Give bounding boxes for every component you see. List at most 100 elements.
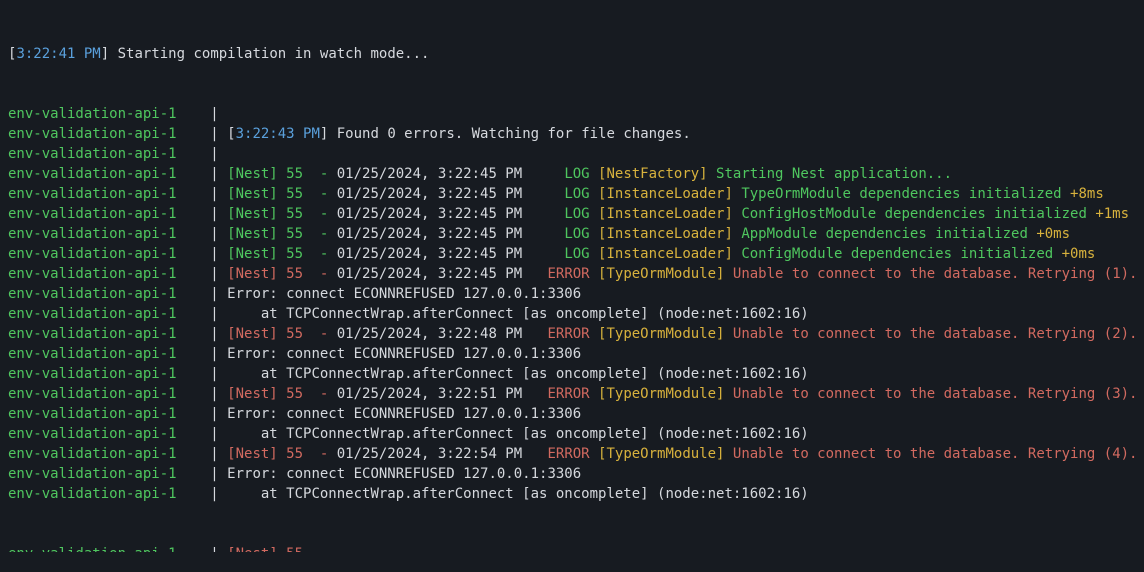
prefix-separator: | [176, 426, 228, 442]
nest-tag: [Nest] 55 - [227, 166, 337, 182]
log-message: Unable to connect to the database. Retry… [724, 326, 1138, 342]
prefix-separator: | [176, 366, 228, 382]
log-context: [TypeOrmModule] [598, 446, 725, 462]
log-message: Unable to connect to the database. Retry… [724, 386, 1138, 402]
log-duration: +0ms [1036, 226, 1071, 242]
log-message: Unable to connect to the database. Retry… [724, 266, 1138, 282]
log-context: [NestFactory] [598, 166, 708, 182]
log-line: env-validation-api-1 | at TCPConnectWrap… [8, 364, 1138, 384]
nest-tag: [Nest] 55 - [227, 386, 337, 402]
log-level: ERROR [522, 266, 599, 282]
log-line: env-validation-api-1 | Error: connect EC… [8, 344, 1138, 364]
prefix-separator: | [176, 446, 228, 462]
log-context: [InstanceLoader] [598, 206, 733, 222]
container-prefix: env-validation-api-1 [8, 346, 177, 362]
log-date: 01/25/2024, 3:22:54 PM [336, 446, 523, 462]
container-prefix: env-validation-api-1 [8, 126, 177, 142]
log-line: env-validation-api-1 | [Nest] 55 - 01/25… [8, 204, 1138, 224]
container-prefix: env-validation-api-1 [8, 166, 177, 182]
log-line: env-validation-api-1 | Error: connect EC… [8, 464, 1138, 484]
log-duration: +8ms [1070, 186, 1104, 202]
log-lines: env-validation-api-1 | env-validation-api… [8, 104, 1138, 504]
log-line: env-validation-api-1 | at TCPConnectWrap… [8, 424, 1138, 444]
log-level: ERROR [522, 326, 599, 342]
container-prefix: env-validation-api-1 [8, 306, 177, 322]
prefix-separator: | [176, 246, 228, 262]
container-prefix: env-validation-api-1 [8, 466, 177, 482]
log-date: 01/25/2024, 3:22:45 PM [336, 206, 523, 222]
log-line: env-validation-api-1 | [Nest] 55 - 01/25… [8, 244, 1138, 264]
container-prefix: env-validation-api-1 [8, 246, 177, 262]
prefix-separator: | [176, 486, 228, 502]
log-message: Error: connect ECONNREFUSED 127.0.0.1:33… [227, 466, 582, 482]
log-date: 01/25/2024, 3:22:45 PM [336, 266, 523, 282]
nest-tag: [Nest] 55 - [227, 246, 337, 262]
log-message: at TCPConnectWrap.afterConnect [as oncom… [227, 306, 809, 322]
log-line: env-validation-api-1 | [3:22:43 PM] Foun… [8, 126, 691, 142]
container-prefix: env-validation-api-1 [8, 486, 177, 502]
log-level: LOG [522, 166, 599, 182]
container-prefix: env-validation-api-1 [8, 106, 177, 122]
log-line: env-validation-api-1 | [Nest] 55 - 01/25… [8, 224, 1138, 244]
container-prefix: env-validation-api-1 [8, 206, 177, 222]
log-duration: +1ms [1095, 206, 1130, 222]
prefix-separator: | [176, 126, 228, 142]
container-prefix: env-validation-api-1 [8, 406, 177, 422]
log-message: Found 0 errors. Watching for file change… [328, 126, 691, 142]
timestamp: 3:22:43 PM [235, 126, 320, 142]
log-line: env-validation-api-1 | Error: connect EC… [8, 284, 1138, 304]
nest-tag: [Nest] 55 - [227, 206, 337, 222]
log-line: env-validation-api-1 | at TCPConnectWrap… [8, 304, 1138, 324]
log-message: AppModule dependencies initialized [732, 226, 1037, 242]
prefix-separator: | [176, 186, 228, 202]
log-level: LOG [522, 186, 599, 202]
prefix-separator: | [176, 166, 228, 182]
log-message: ConfigHostModule dependencies initialize… [732, 206, 1096, 222]
log-message: at TCPConnectWrap.afterConnect [as oncom… [227, 426, 809, 442]
log-date: 01/25/2024, 3:22:45 PM [336, 246, 523, 262]
log-line: env-validation-api-1 | Error: connect EC… [8, 404, 1138, 424]
container-prefix: env-validation-api-1 [8, 226, 177, 242]
log-duration: +0ms [1061, 246, 1096, 262]
log-level: LOG [522, 226, 599, 242]
log-line-compilation-start: [3:22:41 PM] Starting compilation in wat… [8, 46, 430, 62]
log-line: env-validation-api-1 | [Nest] 55 - 01/25… [8, 264, 1138, 284]
log-line: env-validation-api-1 | [Nest] 55 - 01/25… [8, 164, 1138, 184]
prefix-separator: | [176, 206, 228, 222]
prefix-separator: | [176, 146, 219, 162]
log-context: [TypeOrmModule] [598, 386, 725, 402]
log-message: Error: connect ECONNREFUSED 127.0.0.1:33… [227, 406, 582, 422]
log-context: [InstanceLoader] [598, 186, 733, 202]
log-message: Starting compilation in watch mode... [109, 46, 430, 62]
log-line: env-validation-api-1 | [Nest] 55 - 01/25… [8, 184, 1138, 204]
log-line: env-validation-api-1 | [8, 144, 1138, 164]
log-message: at TCPConnectWrap.afterConnect [as oncom… [227, 366, 809, 382]
log-message: Unable to connect to the database. Retry… [724, 446, 1138, 462]
prefix-separator: | [176, 106, 219, 122]
log-date: 01/25/2024, 3:22:45 PM [336, 166, 523, 182]
log-context: [InstanceLoader] [598, 226, 733, 242]
terminal-output[interactable]: [3:22:41 PM] Starting compilation in wat… [8, 4, 1138, 572]
log-message: TypeOrmModule dependencies initialized [732, 186, 1071, 202]
log-date: 01/25/2024, 3:22:45 PM [336, 186, 523, 202]
prefix-separator: | [176, 466, 228, 482]
log-message: Error: connect ECONNREFUSED 127.0.0.1:33… [227, 346, 582, 362]
container-prefix: env-validation-api-1 [8, 366, 177, 382]
log-date: 01/25/2024, 3:22:51 PM [336, 386, 523, 402]
log-level: ERROR [522, 386, 599, 402]
log-message: at TCPConnectWrap.afterConnect [as oncom… [227, 486, 809, 502]
container-prefix: env-validation-api-1 [8, 386, 177, 402]
nest-tag: [Nest] 55 - [227, 326, 337, 342]
prefix-separator: | [176, 326, 228, 342]
prefix-separator: | [176, 346, 228, 362]
log-line: env-validation-api-1 | at TCPConnectWrap… [8, 484, 1138, 504]
log-line: env-validation-api-1 | [Nest] 55 - 01/25… [8, 444, 1138, 464]
timestamp: 3:22:41 PM [16, 46, 101, 62]
prefix-separator: | [176, 286, 228, 302]
prefix-separator: | [176, 406, 228, 422]
log-level: LOG [522, 246, 599, 262]
nest-tag: [Nest] 55 - [227, 226, 337, 242]
log-line: env-validation-api-1 | [Nest] 55 - 01/25… [8, 384, 1138, 404]
log-context: [InstanceLoader] [598, 246, 733, 262]
log-date: 01/25/2024, 3:22:48 PM [336, 326, 523, 342]
